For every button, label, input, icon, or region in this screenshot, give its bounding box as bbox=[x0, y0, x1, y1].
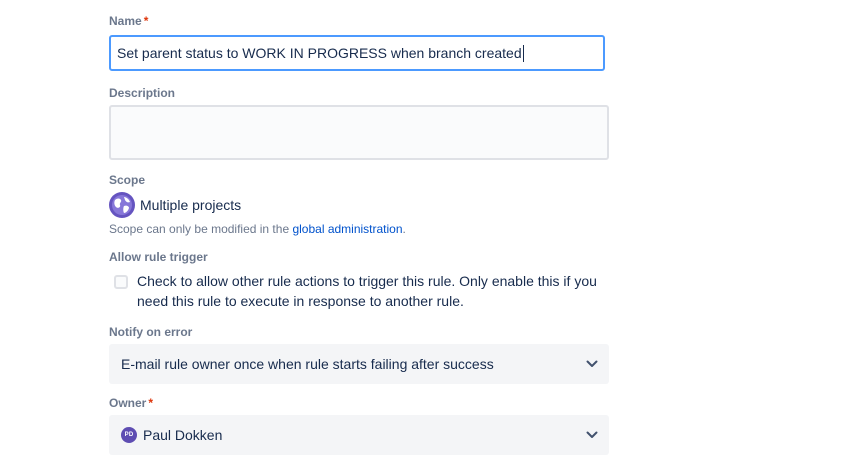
chevron-down-icon bbox=[586, 360, 598, 367]
notify-on-error-select[interactable]: E-mail rule owner once when rule starts … bbox=[109, 344, 609, 384]
scope-label: Scope bbox=[109, 173, 146, 187]
owner-select[interactable]: PD Paul Dokken bbox=[109, 415, 609, 455]
text-caret bbox=[522, 44, 524, 62]
notify-on-error-value: E-mail rule owner once when rule starts … bbox=[121, 356, 494, 372]
required-mark: * bbox=[143, 14, 149, 28]
allow-rule-trigger-text[interactable]: Check to allow other rule actions to tri… bbox=[137, 271, 607, 311]
name-label-text: Name bbox=[109, 14, 142, 28]
name-label: Name * bbox=[109, 13, 148, 29]
rule-details-form: Name * Set parent status to WORK IN PROGR… bbox=[0, 0, 867, 462]
description-label: Description bbox=[109, 86, 176, 100]
owner-label: Owner * bbox=[109, 395, 153, 411]
global-administration-link[interactable]: global administration bbox=[292, 222, 402, 236]
allow-rule-trigger-label: Allow rule trigger bbox=[109, 250, 208, 264]
scope-value-text: Multiple projects bbox=[140, 197, 242, 213]
name-input-value: Set parent status to WORK IN PROGRESS wh… bbox=[117, 45, 522, 61]
required-mark: * bbox=[148, 396, 154, 410]
avatar: PD bbox=[121, 427, 137, 443]
description-input[interactable] bbox=[109, 105, 609, 160]
notify-on-error-label: Notify on error bbox=[109, 325, 193, 339]
scope-note-prefix: Scope can only be modified in the bbox=[109, 222, 293, 236]
owner-label-text: Owner bbox=[109, 396, 147, 410]
chevron-down-icon bbox=[586, 431, 598, 438]
scope-note: Scope can only be modified in the global… bbox=[109, 222, 406, 236]
globe-icon bbox=[109, 192, 135, 218]
scope-value: Multiple projects bbox=[109, 192, 241, 218]
scope-note-suffix: . bbox=[402, 222, 406, 236]
owner-value: Paul Dokken bbox=[143, 427, 223, 443]
allow-rule-trigger-checkbox[interactable] bbox=[114, 275, 128, 289]
name-input[interactable]: Set parent status to WORK IN PROGRESS wh… bbox=[109, 35, 605, 71]
